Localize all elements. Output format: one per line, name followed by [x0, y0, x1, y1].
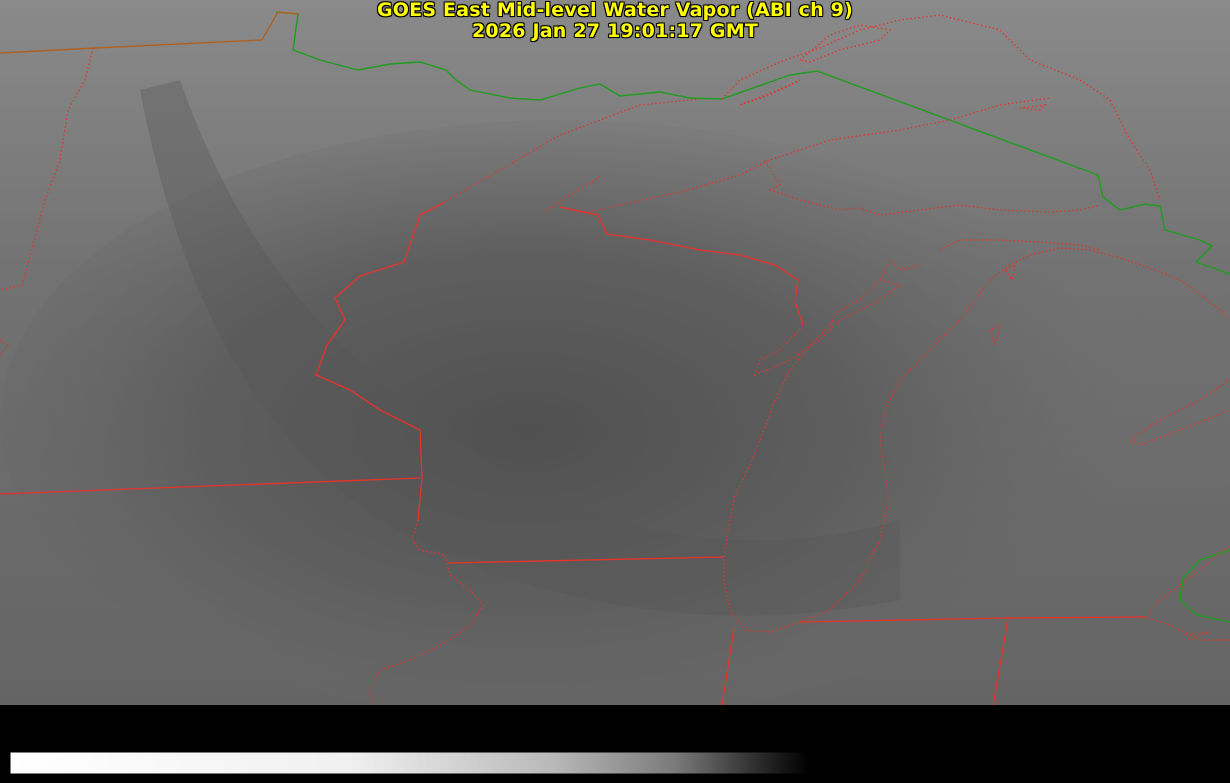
colorbar-tick-label: 300: [983, 722, 1021, 744]
colorbar-tick-label: 200: [266, 722, 303, 744]
colorbar-tick-label: 240: [553, 722, 590, 744]
colorbar-tick-label: 220: [409, 722, 447, 744]
title-line-2: 2026 Jan 27 19:01:17 GMT: [472, 20, 758, 42]
colorbar-gradient: [9, 751, 1221, 775]
colorbar: [0, 705, 1230, 783]
colorbar-tick-label: 180: [122, 722, 160, 744]
colorbar-tick-label: 320: [1127, 722, 1164, 744]
colorbar-tick-label: 280: [840, 722, 877, 744]
title-line-1: GOES East Mid-level Water Vapor (ABI ch …: [377, 0, 853, 21]
colorbar-tick-label: 260: [696, 722, 734, 744]
water-vapor-map: [0, 0, 1230, 783]
dry-slot: [0, 120, 1120, 720]
